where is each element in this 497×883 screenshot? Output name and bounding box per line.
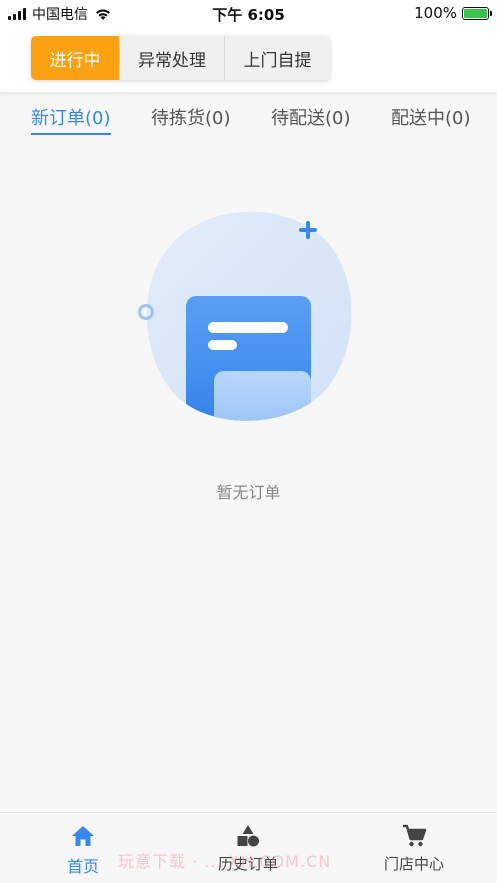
battery-percent: 100% [414, 4, 457, 22]
nav-home-label: 首页 [66, 857, 99, 876]
tab-new-orders[interactable]: 新订单(0) [31, 104, 111, 135]
nav-order-history-label: 历史订单 [217, 855, 278, 873]
empty-state-message: 暂无订单 [216, 483, 281, 502]
cart-icon [403, 824, 427, 847]
nav-store-center[interactable]: 门店中心 [359, 823, 469, 874]
home-icon [72, 826, 94, 846]
active-tab-indicator [31, 133, 111, 135]
bottom-navigation: 首页 历史订单 门店中心 [0, 812, 497, 883]
nav-home[interactable]: 首页 [28, 823, 138, 877]
battery-icon [462, 6, 492, 20]
status-right: 100% [414, 4, 492, 22]
nav-store-center-label: 门店中心 [383, 855, 444, 873]
segment-exception-handling[interactable]: 异常处理 [120, 36, 225, 80]
order-status-tabs: 新订单(0) 待拣货(0) 待配送(0) 配送中(0) [0, 92, 497, 136]
segment-in-progress[interactable]: 进行中 [31, 36, 120, 80]
tab-new-orders-label: 新订单(0) [31, 108, 111, 129]
top-header: 进行中 异常处理 上门自提 [0, 26, 497, 92]
tab-awaiting-delivery[interactable]: 待配送(0) [271, 104, 351, 130]
status-bar: 中国电信 下午 6:05 100% [0, 0, 497, 26]
tab-in-delivery[interactable]: 配送中(0) [391, 104, 471, 130]
nav-order-history[interactable]: 历史订单 [193, 823, 303, 874]
shapes-icon [237, 825, 259, 847]
status-segment-control: 进行中 异常处理 上门自提 [31, 36, 330, 80]
tab-awaiting-picking[interactable]: 待拣货(0) [151, 104, 231, 130]
empty-document-illustration [138, 211, 352, 421]
segment-store-pickup[interactable]: 上门自提 [225, 36, 330, 80]
